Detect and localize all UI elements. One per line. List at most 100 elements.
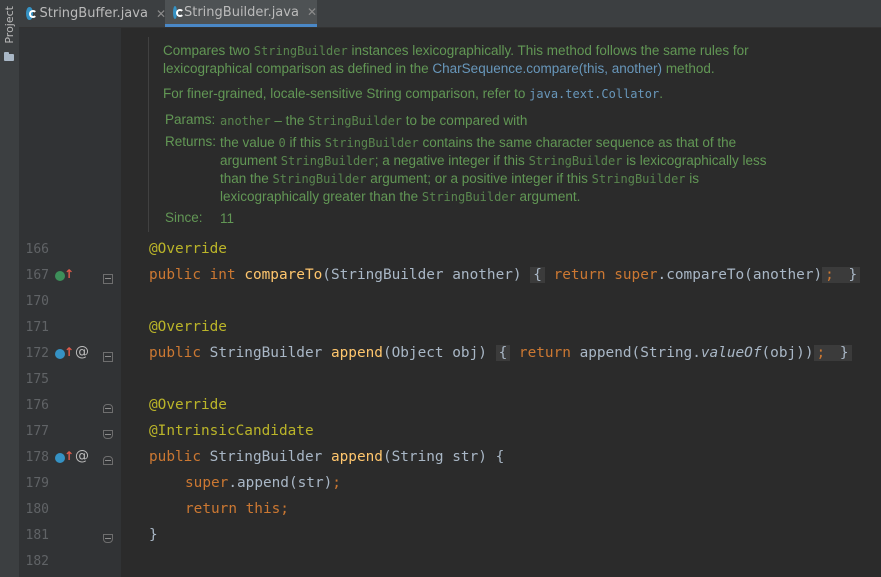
doc-tag-since: Since: <box>165 210 203 225</box>
folded-body[interactable]: { <box>495 345 511 361</box>
doc-link[interactable]: CharSequence.compare(this, another) <box>432 61 662 76</box>
code-text: .compareTo(another) <box>657 267 823 283</box>
code-text: { <box>533 267 542 283</box>
folder-icon <box>4 52 14 61</box>
fold-toggle-icon[interactable] <box>103 274 113 284</box>
keyword: public int <box>149 267 245 283</box>
code-line-167[interactable]: public int compareTo(StringBuilder anoth… <box>149 267 861 283</box>
code-line-178[interactable]: public StringBuilder append(String str) … <box>149 449 504 465</box>
code-text: (obj)) <box>761 345 814 361</box>
code-text: StringBuilder <box>209 449 331 465</box>
code-line-180[interactable]: return this; <box>185 501 289 517</box>
line-number: 180 <box>25 502 49 517</box>
project-tool-label[interactable]: Project <box>3 6 16 44</box>
doc-returns-value: the value 0 if this StringBuilder contai… <box>220 134 767 206</box>
semicolon: ; <box>822 267 837 283</box>
doc-text: to be compared with <box>402 113 528 128</box>
code-text[interactable]: } <box>836 267 861 283</box>
line-number: 171 <box>25 320 49 335</box>
code-line-172[interactable]: public StringBuilder append(Object obj) … <box>149 345 852 361</box>
close-icon[interactable]: ✕ <box>307 5 317 19</box>
semicolon: ; <box>813 345 829 361</box>
annotation: @Override <box>149 397 227 413</box>
annotation: @Override <box>149 319 227 335</box>
fold-toggle-icon[interactable] <box>103 352 113 362</box>
keyword: public <box>149 345 210 361</box>
doc-text: lexicographical comparison as defined in… <box>163 61 433 76</box>
fold-toggle-icon[interactable] <box>103 404 113 413</box>
method-name: append <box>330 345 383 361</box>
doc-link[interactable]: java.text.Collator <box>529 87 659 101</box>
editor-gutter[interactable]: 166 167 170 171 172 175 176 177 178 179 … <box>19 28 121 577</box>
code-line-176[interactable]: @Override <box>149 397 227 413</box>
doc-code: another <box>220 114 271 128</box>
line-number: 167 <box>25 268 49 283</box>
doc-text: lexicographically greater than the <box>220 189 422 204</box>
line-number: 172 <box>25 346 49 361</box>
up-arrow-icon: ↑ <box>64 345 75 359</box>
fold-toggle-icon[interactable] <box>103 430 113 439</box>
code-text: (StringBuilder another) <box>322 267 531 283</box>
doc-text: the value <box>220 135 279 150</box>
java-class-icon <box>173 5 184 19</box>
code-text: StringBuilder <box>209 345 331 361</box>
fold-toggle-icon[interactable] <box>103 456 113 465</box>
doc-text: is lexicographically less <box>622 153 767 168</box>
doc-code: StringBuilder <box>591 172 686 186</box>
keyword: public <box>149 449 210 465</box>
doc-text: is <box>685 171 700 186</box>
doc-text: argument; or a positive integer if this <box>366 171 592 186</box>
project-tool-strip[interactable]: Project <box>0 0 20 577</box>
rendered-javadoc: Compares two StringBuilder instances lex… <box>148 37 881 232</box>
annotation-icon[interactable]: @ <box>75 344 89 360</box>
code-text: append(String. <box>579 345 701 361</box>
doc-code: 0 <box>278 136 286 150</box>
doc-text: argument. <box>515 189 581 204</box>
doc-text: – the <box>270 113 309 128</box>
line-number: 177 <box>25 424 49 439</box>
doc-text: argument <box>220 153 281 168</box>
doc-text: ; a negative integer if this <box>374 153 529 168</box>
method-name: compareTo <box>244 267 323 283</box>
doc-tag-returns: Returns: <box>165 134 217 149</box>
line-number: 176 <box>25 398 49 413</box>
code-line-181[interactable]: } <box>149 527 158 543</box>
doc-code: StringBuilder <box>324 136 419 150</box>
line-number: 166 <box>25 242 49 257</box>
line-number: 182 <box>25 554 49 569</box>
doc-text: than the <box>220 171 273 186</box>
fold-toggle-icon[interactable] <box>103 534 113 543</box>
doc-text: Compares two <box>163 43 254 58</box>
tab-stringbuilder[interactable]: StringBuilder.java ✕ <box>165 0 317 27</box>
doc-text: instances lexicographically. This method… <box>347 43 749 58</box>
up-arrow-icon: ↑ <box>64 449 75 463</box>
doc-code: StringBuilder <box>421 190 516 204</box>
annotation: @Override <box>149 241 227 257</box>
doc-paragraph: For finer-grained, locale-sensitive Stri… <box>163 85 663 103</box>
keyword: return super <box>544 267 658 283</box>
code-line-166[interactable]: @Override <box>149 241 227 257</box>
code-text: .append(str) <box>228 475 333 491</box>
doc-code: StringBuilder <box>272 172 367 186</box>
editor-tab-bar: StringBuffer.java ✕ StringBuilder.java ✕ <box>19 0 881 28</box>
doc-code: StringBuilder <box>280 154 375 168</box>
code-text: } <box>149 527 158 543</box>
java-class-icon <box>26 7 37 20</box>
code-line-171[interactable]: @Override <box>149 319 227 335</box>
tab-stringbuffer[interactable]: StringBuffer.java ✕ <box>26 0 166 27</box>
keyword: return <box>510 345 580 361</box>
code-text: { <box>498 345 508 361</box>
keyword: super <box>185 475 229 491</box>
doc-code: StringBuilder <box>253 44 348 58</box>
code-line-179[interactable]: super.append(str); <box>185 475 341 491</box>
doc-code: StringBuilder <box>308 114 403 128</box>
tab-label: StringBuffer.java <box>39 6 148 21</box>
code-line-177[interactable]: @IntrinsicCandidate <box>149 423 314 439</box>
static-method: valueOf <box>700 345 762 361</box>
doc-params-value: another – the StringBuilder to be compar… <box>220 112 527 130</box>
annotation-icon[interactable]: @ <box>75 448 89 464</box>
code-text[interactable]: } <box>828 345 852 361</box>
code-text: (String str) { <box>382 449 505 465</box>
folded-body[interactable]: { <box>530 267 545 283</box>
line-number: 175 <box>25 372 49 387</box>
